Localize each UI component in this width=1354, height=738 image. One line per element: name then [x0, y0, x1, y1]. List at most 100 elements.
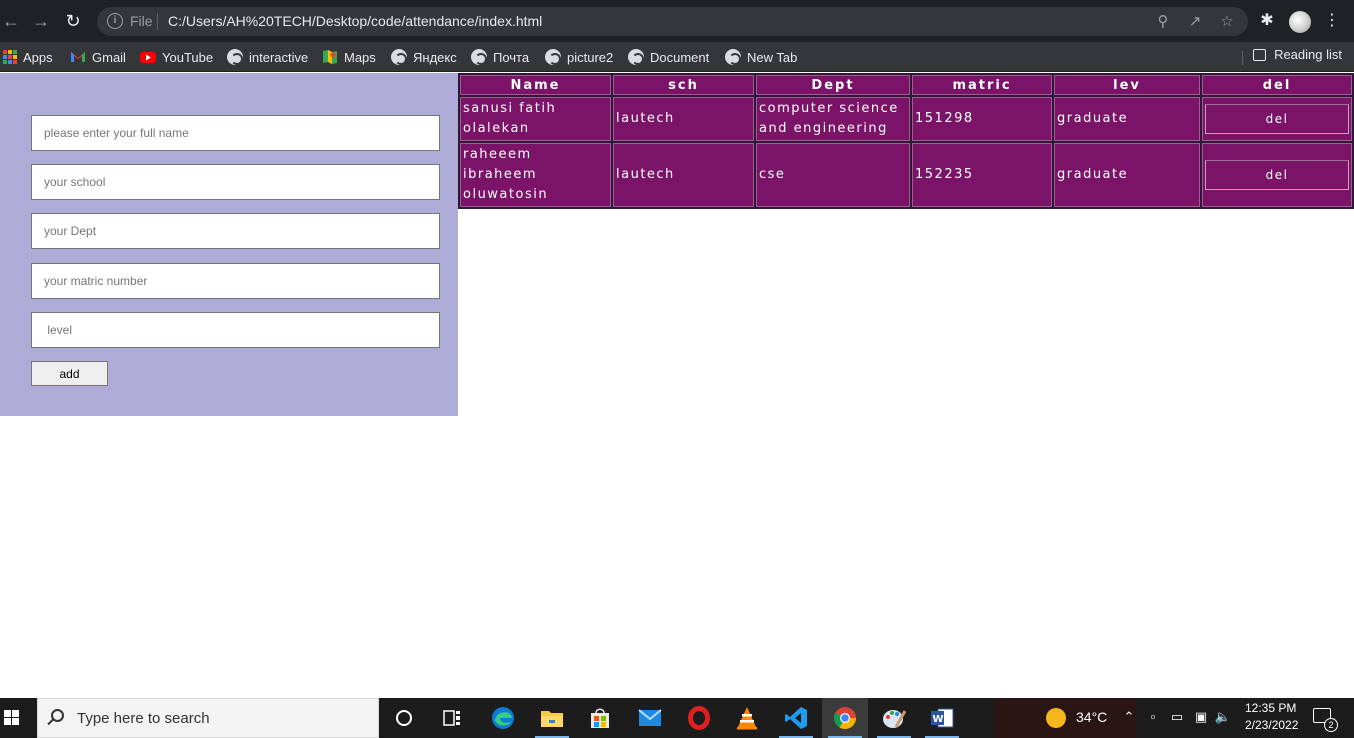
zoom-icon[interactable]: ⚲ [1153, 12, 1173, 32]
windows-logo-icon [4, 710, 19, 725]
table-row: raheeem ibraheem oluwatosin lautech cse … [460, 143, 1352, 207]
cortana-icon[interactable] [381, 698, 427, 738]
url-scheme-label: File [130, 13, 153, 29]
opera-icon[interactable] [676, 698, 722, 738]
maps-icon [322, 49, 338, 65]
paint-icon[interactable] [871, 698, 917, 738]
cell-matric: 152235 [912, 143, 1052, 207]
address-bar[interactable]: i File C:/Users/AH%20TECH/Desktop/code/a… [97, 7, 1248, 36]
file-explorer-icon[interactable] [529, 698, 575, 738]
header-lev: lev [1054, 75, 1200, 95]
back-icon[interactable]: ← [0, 10, 22, 32]
attendance-table: Name sch Dept matric lev del sanusi fati… [458, 73, 1354, 209]
cell-matric: 151298 [912, 97, 1052, 141]
weather-icon [1046, 708, 1066, 728]
bookmark-apps[interactable]: Apps [3, 47, 53, 67]
bookmark-star-icon[interactable]: ☆ [1217, 12, 1237, 32]
table-header-row: Name sch Dept matric lev del [460, 75, 1352, 95]
bookmark-picture2[interactable]: picture2 [545, 47, 613, 67]
bookmark-label: picture2 [567, 49, 614, 65]
full-name-input[interactable] [31, 115, 440, 151]
bookmark-label: Почта [493, 49, 530, 65]
bookmark-label: interactive [249, 49, 309, 65]
menu-kebab-icon[interactable]: ⋮ [1321, 10, 1343, 32]
cell-del: del [1202, 97, 1352, 141]
delete-button[interactable]: del [1205, 160, 1349, 190]
clock-time[interactable]: 12:35 PM [1245, 701, 1296, 715]
level-input[interactable] [31, 312, 440, 348]
url-text[interactable]: C:/Users/AH%20TECH/Desktop/code/attendan… [168, 13, 542, 29]
word-icon[interactable]: W [919, 698, 965, 738]
gmail-icon [70, 49, 86, 65]
globe-icon [628, 49, 644, 65]
reading-list-icon [1253, 48, 1267, 61]
header-matric: matric [912, 75, 1052, 95]
bookmark-label: Document [650, 49, 710, 65]
cell-dept: cse [756, 143, 910, 207]
vscode-icon[interactable] [773, 698, 819, 738]
bookmark-label: YouTube [162, 49, 214, 65]
globe-icon [471, 49, 487, 65]
mail-icon[interactable] [627, 698, 673, 738]
cell-sch: lautech [613, 143, 754, 207]
globe-icon [545, 49, 561, 65]
notification-count-badge: 2 [1324, 718, 1338, 732]
globe-icon [725, 49, 741, 65]
bookmark-pochta[interactable]: Почта [471, 47, 529, 67]
bookmark-label: New Tab [747, 49, 798, 65]
bookmark-label: Яндекс [413, 49, 457, 65]
svg-text:W: W [933, 714, 944, 725]
reading-list-button[interactable]: Reading list [1253, 47, 1342, 62]
reload-icon[interactable]: ↻ [62, 10, 84, 32]
extensions-icon[interactable]: ✱ [1256, 10, 1278, 32]
table-row: sanusi fatih olalekan lautech computer s… [460, 97, 1352, 141]
forward-icon[interactable]: → [30, 10, 52, 32]
info-icon[interactable]: i [107, 13, 123, 29]
microsoft-store-icon[interactable] [577, 698, 623, 738]
add-button[interactable]: add [31, 361, 108, 386]
taskbar-search-placeholder: Type here to search [77, 710, 210, 727]
bookmarks-bar: Apps Gmail YouTube interactive Maps Янде… [0, 42, 1354, 72]
taskbar: Type here to search W 34°C ⌃ ▫ ▭ ▣ 🔈 12:… [0, 698, 1354, 738]
bookmark-gmail[interactable]: Gmail [70, 47, 126, 67]
matric-input[interactable] [31, 263, 440, 299]
globe-icon [227, 49, 243, 65]
bookmarks-divider [1242, 51, 1243, 65]
cell-name: sanusi fatih olalekan [460, 97, 611, 141]
dept-input[interactable] [31, 213, 440, 249]
browser-toolbar: ← → ↻ i File C:/Users/AH%20TECH/Desktop/… [0, 0, 1354, 42]
cell-del: del [1202, 143, 1352, 207]
bookmark-maps[interactable]: Maps [322, 47, 376, 67]
chevron-up-icon[interactable]: ⌃ [1120, 709, 1138, 725]
bookmark-label: Gmail [92, 49, 126, 65]
search-icon [51, 709, 64, 722]
clock-date[interactable]: 2/23/2022 [1245, 718, 1298, 732]
share-icon[interactable]: ↗ [1185, 12, 1205, 32]
network-icon[interactable]: ▣ [1192, 709, 1210, 725]
chrome-icon[interactable] [822, 698, 868, 738]
profile-avatar[interactable] [1289, 11, 1311, 33]
vlc-icon[interactable] [724, 698, 770, 738]
start-button[interactable] [0, 698, 37, 738]
bookmark-label: Apps [23, 49, 53, 65]
battery-icon[interactable]: ▭ [1168, 709, 1186, 725]
reading-list-label: Reading list [1274, 47, 1342, 62]
bookmark-interactive[interactable]: interactive [227, 47, 308, 67]
bookmark-youtube[interactable]: YouTube [140, 47, 213, 67]
bookmark-document[interactable]: Document [628, 47, 709, 67]
header-del: del [1202, 75, 1352, 95]
meet-now-icon[interactable]: ▫ [1144, 709, 1162, 724]
cell-lev: graduate [1054, 143, 1200, 207]
task-view-icon[interactable] [429, 698, 475, 738]
school-input[interactable] [31, 164, 440, 200]
bookmark-yandex[interactable]: Яндекс [391, 47, 457, 67]
weather-temperature: 34°C [1076, 709, 1108, 725]
cell-lev: graduate [1054, 97, 1200, 141]
delete-button[interactable]: del [1205, 104, 1349, 134]
taskbar-search[interactable]: Type here to search [37, 698, 379, 738]
bookmark-new-tab[interactable]: New Tab [725, 47, 797, 67]
youtube-icon [140, 49, 156, 65]
globe-icon [391, 49, 407, 65]
volume-icon[interactable]: 🔈 [1214, 709, 1232, 725]
edge-icon[interactable] [480, 698, 526, 738]
